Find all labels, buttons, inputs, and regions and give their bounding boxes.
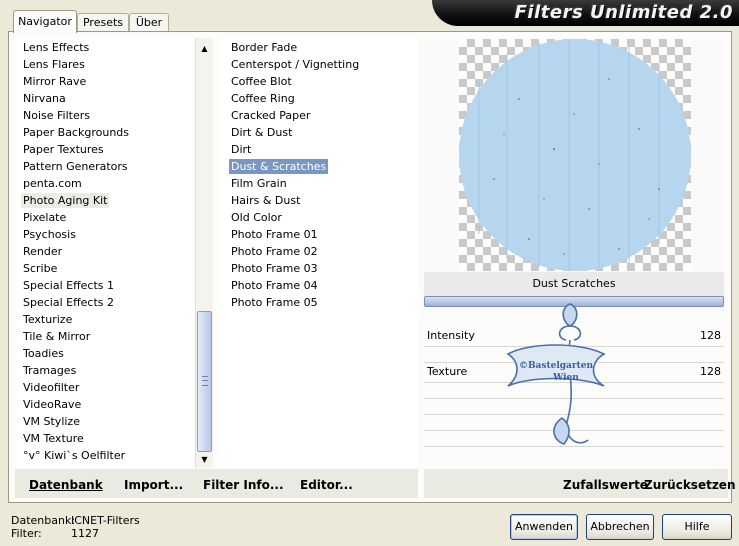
category-item[interactable]: Psychosis	[21, 227, 78, 242]
status-database-label: Datenbank:	[11, 514, 76, 527]
category-scrollbar[interactable]: ▲ ▼	[195, 38, 213, 468]
category-item[interactable]: VM Texture	[21, 431, 86, 446]
filter-item[interactable]: Old Color	[229, 210, 284, 225]
scroll-thumb[interactable]	[197, 311, 212, 452]
category-item[interactable]: Pixelate	[21, 210, 68, 225]
filter-item[interactable]: Photo Frame 05	[229, 295, 320, 310]
filter-list[interactable]: Border Fade Centerspot / Vignetting Coffee…	[218, 38, 418, 468]
filter-item[interactable]: Coffee Blot	[229, 74, 294, 89]
title-banner: Filters Unlimited 2.0	[432, 0, 739, 26]
grip-icon	[202, 376, 208, 386]
filter-item[interactable]: Photo Frame 01	[229, 227, 320, 242]
category-item[interactable]: Scribe	[21, 261, 59, 276]
filter-item[interactable]: Photo Frame 03	[229, 261, 320, 276]
category-item[interactable]: Texturize	[21, 312, 74, 327]
category-item[interactable]: Paper Textures	[21, 142, 106, 157]
category-item[interactable]: Render	[21, 244, 64, 259]
effect-title: Dust Scratches	[424, 272, 724, 296]
category-item[interactable]: penta.com	[21, 176, 84, 191]
status-filter-value: 1127	[71, 527, 99, 540]
filter-item[interactable]: Centerspot / Vignetting	[229, 57, 361, 72]
random-values-link[interactable]: Zufallswerte	[563, 478, 648, 492]
category-item[interactable]: °v° Kiwi`s Oelfilter	[21, 448, 127, 463]
category-item[interactable]: Paper Backgrounds	[21, 125, 131, 140]
help-button[interactable]: Hilfe	[662, 514, 732, 540]
tab-uber[interactable]: Über	[129, 13, 169, 32]
reset-link[interactable]: Zurücksetzen	[644, 478, 735, 492]
scroll-up-icon[interactable]: ▲	[196, 40, 213, 57]
param-label: Intensity	[427, 329, 475, 342]
param-value: 128	[700, 365, 721, 378]
filter-info-link[interactable]: Filter Info...	[203, 478, 284, 492]
filter-item[interactable]: Coffee Ring	[229, 91, 297, 106]
status-database-value: ICNET-Filters	[71, 514, 140, 527]
param-label: Texture	[427, 365, 468, 378]
watermark-line1: ©Bastelgarten	[519, 361, 594, 371]
editor-link[interactable]: Editor...	[300, 478, 353, 492]
apply-button[interactable]: Anwenden	[510, 514, 578, 540]
category-item[interactable]: Noise Filters	[21, 108, 92, 123]
import-link[interactable]: Import...	[124, 478, 183, 492]
scroll-down-icon[interactable]: ▼	[196, 451, 213, 468]
filter-item[interactable]: Border Fade	[229, 40, 299, 55]
tab-presets[interactable]: Presets	[77, 13, 129, 32]
category-item[interactable]: Mirror Rave	[21, 74, 88, 89]
category-item[interactable]: Special Effects 1	[21, 278, 116, 293]
watermark-logo: ©Bastelgarten Wien	[506, 303, 606, 445]
param-value: 128	[700, 329, 721, 342]
banner-title: Filters Unlimited 2.0	[514, 2, 733, 23]
category-item[interactable]: Toadies	[21, 346, 66, 361]
preview-circle	[459, 39, 691, 271]
preview-image	[459, 39, 691, 271]
filter-item[interactable]: Photo Frame 04	[229, 278, 320, 293]
category-item[interactable]: Pattern Generators	[21, 159, 130, 174]
category-item[interactable]: VM Stylize	[21, 414, 82, 429]
cancel-button[interactable]: Abbrechen	[586, 514, 654, 540]
filter-item[interactable]: Dust & Scratches	[229, 159, 329, 174]
watermark-line2: Wien	[552, 373, 579, 383]
status-filter-label: Filter:	[11, 527, 42, 540]
database-link[interactable]: Datenbank	[29, 478, 103, 492]
category-list[interactable]: Lens Effects Lens Flares Mirror Rave Nirvan…	[15, 38, 195, 468]
category-item[interactable]: VideoRave	[21, 397, 83, 412]
category-item[interactable]: Tile & Mirror	[21, 329, 92, 344]
filter-item[interactable]: Dirt & Dust	[229, 125, 294, 140]
filter-item[interactable]: Hairs & Dust	[229, 193, 302, 208]
tab-navigator[interactable]: Navigator	[13, 10, 77, 33]
filter-item[interactable]: Dirt	[229, 142, 253, 157]
category-item[interactable]: Special Effects 2	[21, 295, 116, 310]
category-item[interactable]: Photo Aging Kit	[21, 193, 110, 208]
category-item[interactable]: Nirvana	[21, 91, 68, 106]
filter-item[interactable]: Film Grain	[229, 176, 289, 191]
category-item[interactable]: Lens Effects	[21, 40, 91, 55]
category-item[interactable]: Lens Flares	[21, 57, 87, 72]
filter-item[interactable]: Photo Frame 02	[229, 244, 320, 259]
category-item[interactable]: Videofilter	[21, 380, 81, 395]
category-item[interactable]: Tramages	[21, 363, 78, 378]
filter-item[interactable]: Cracked Paper	[229, 108, 312, 123]
